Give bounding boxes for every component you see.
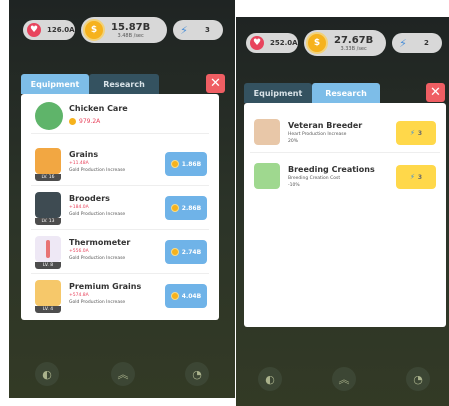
- tab-equipment[interactable]: Equipment: [21, 74, 89, 94]
- equipment-item-thermometer: LV. 8 Thermometer +556.0A Gold Productio…: [31, 232, 209, 274]
- coin-icon: $: [306, 32, 328, 54]
- chicken-care-icon: [35, 102, 63, 130]
- hearts-counter: ♥ 252.0A: [246, 33, 298, 53]
- buy-premium-grains-button[interactable]: 4.04B: [165, 284, 207, 308]
- nav-chicken-icon[interactable]: ◔: [406, 367, 430, 391]
- research-item-veteran-breeder: Veteran Breeder Heart Production Increas…: [250, 115, 440, 153]
- research-breeding-creations-button[interactable]: ⚡ 3: [396, 165, 436, 189]
- tab-equipment[interactable]: Equipment: [244, 83, 312, 103]
- right-screen: ♥ 252.0A $ 27.67B 3.33B /sec ⚡ 2 Equipme…: [236, 17, 449, 406]
- thermometer-icon: [35, 236, 61, 262]
- nav-chicken-icon[interactable]: ◔: [185, 362, 209, 386]
- drop-icon: ⚡: [409, 173, 415, 181]
- tab-research[interactable]: Research: [312, 83, 380, 103]
- research-veteran-breeder-button[interactable]: ⚡ 3: [396, 121, 436, 145]
- gems-counter: ⚡ 3: [173, 20, 223, 40]
- grains-icon: [35, 148, 61, 174]
- hud-left: ♥ 126.0A $ 15.87B 3.48B /sec ⚡ 3: [9, 16, 235, 43]
- equipment-item-brooders: LV. 13 Brooders +184.0A Gold Production …: [31, 188, 209, 230]
- gems-counter: ⚡ 2: [392, 33, 442, 53]
- hud-right: ♥ 252.0A $ 27.67B 3.33B /sec ⚡ 2: [236, 29, 449, 56]
- breeding-creations-icon: [254, 163, 280, 189]
- heart-icon: ♥: [27, 23, 41, 37]
- buy-brooders-button[interactable]: 2.86B: [165, 196, 207, 220]
- nav-egg-icon[interactable]: ◐: [258, 367, 282, 391]
- equipment-item-premium-grains: LV. 4 Premium Grains +574.8A Gold Produc…: [31, 276, 209, 318]
- research-panel: Veteran Breeder Heart Production Increas…: [244, 103, 446, 327]
- drop-icon: ⚡: [409, 129, 415, 137]
- coin-icon: [170, 292, 179, 300]
- coin-icon: [170, 248, 179, 256]
- research-item-breeding-creations: Breeding Creations Breeding Creation Cos…: [250, 159, 440, 197]
- buy-thermometer-button[interactable]: 2.74B: [165, 240, 207, 264]
- left-screen: ♥ 126.0A $ 15.87B 3.48B /sec ⚡ 3 Equipme…: [9, 0, 235, 398]
- coin-icon: [170, 160, 179, 168]
- equipment-item-grains: LV. 16 Grains +11.48A Gold Production In…: [31, 144, 209, 186]
- coin-icon: [170, 204, 179, 212]
- veteran-breeder-icon: [254, 119, 280, 145]
- heart-icon: ♥: [250, 36, 264, 50]
- drop-icon: ⚡: [180, 23, 188, 37]
- coin-icon: [69, 118, 76, 125]
- tab-research[interactable]: Research: [89, 74, 159, 94]
- brooders-icon: [35, 192, 61, 218]
- money-counter: $ 27.67B 3.33B /sec: [304, 30, 386, 56]
- premium-grains-icon: [35, 280, 61, 306]
- buy-grains-button[interactable]: 1.86B: [165, 152, 207, 176]
- chicken-care-row: Chicken Care 979.2A: [31, 98, 209, 134]
- drop-icon: ⚡: [399, 36, 407, 50]
- equipment-panel: Chicken Care 979.2A LV. 16 Grains +11.48…: [21, 94, 219, 320]
- close-icon[interactable]: ✕: [206, 74, 225, 93]
- close-icon[interactable]: ✕: [426, 83, 445, 102]
- coin-icon: $: [83, 19, 105, 41]
- money-counter: $ 15.87B 3.48B /sec: [81, 17, 167, 43]
- nav-upgrade-icon[interactable]: ︽: [111, 362, 135, 386]
- nav-upgrade-icon[interactable]: ︽: [332, 367, 356, 391]
- nav-egg-icon[interactable]: ◐: [35, 362, 59, 386]
- hearts-counter: ♥ 126.0A: [23, 20, 75, 40]
